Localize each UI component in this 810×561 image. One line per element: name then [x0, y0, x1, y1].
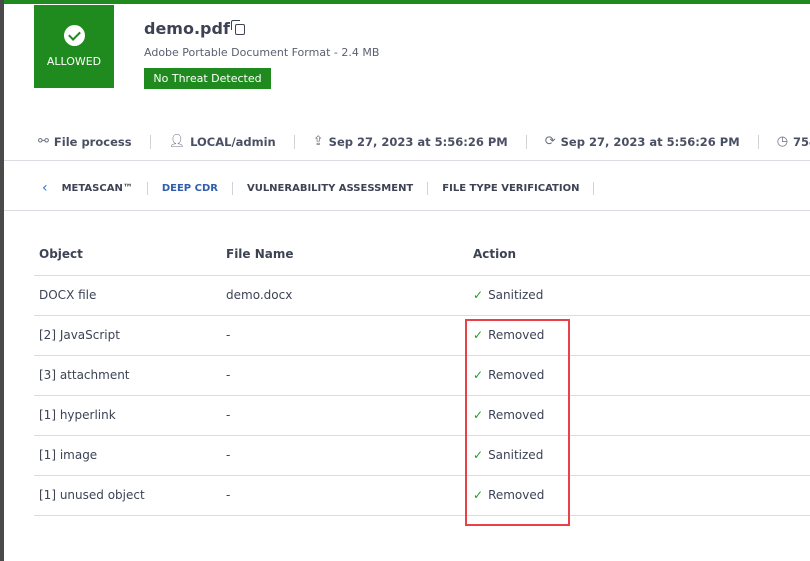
cell-object: [1] hyperlink — [34, 395, 221, 436]
cell-file-name: - — [221, 395, 468, 436]
divider — [593, 181, 595, 195]
file-description: Adobe Portable Document Format - 2.4 MB — [144, 46, 380, 59]
cell-object: [2] JavaScript — [34, 315, 221, 356]
highlight-annotation-box — [465, 319, 570, 526]
user-icon: 👤︎ — [168, 134, 186, 149]
meta-text: Sep 27, 2023 at 5:56:26 PM — [560, 134, 740, 149]
divider — [525, 134, 527, 149]
divider — [231, 181, 233, 195]
meta-processed-time: ⟳ Sep 27, 2023 at 5:56:26 PM — [545, 134, 740, 149]
meta-text: LOCAL/admin — [190, 134, 276, 149]
chevron-left-icon[interactable]: ‹ — [42, 180, 48, 196]
cell-object: DOCX file — [34, 275, 221, 316]
verdict-label: ALLOWED — [46, 55, 102, 68]
cell-file-name: - — [221, 475, 468, 516]
copy-icon[interactable] — [230, 20, 245, 35]
refresh-icon: ⟳ — [544, 134, 556, 149]
cell-file-name: - — [221, 315, 468, 356]
upload-icon: ⇪ — [312, 134, 324, 149]
divider — [757, 134, 759, 149]
table-row: [1] image - ✓ Sanitized — [34, 435, 810, 476]
cell-object: [1] unused object — [34, 475, 221, 516]
check-circle-icon — [63, 25, 85, 46]
meta-duration: ◷ 754 ms — [777, 134, 810, 149]
verdict-badge: ALLOWED — [34, 5, 114, 88]
result-tabs: ‹ METASCAN™ DEEP CDR VULNERABILITY ASSES… — [42, 180, 608, 196]
threat-status-badge: No Threat Detected — [144, 68, 271, 89]
table-row: DOCX file demo.docx ✓ Sanitized — [34, 275, 810, 316]
clock-icon: ◷ — [776, 134, 789, 149]
divider — [293, 134, 295, 149]
table-row: [1] unused object - ✓ Removed — [34, 475, 810, 516]
divider — [4, 160, 810, 161]
cell-action: ✓ Sanitized — [468, 275, 810, 316]
file-title: demo.pdf — [144, 19, 245, 38]
tab-vulnerability-assessment[interactable]: VULNERABILITY ASSESSMENT — [247, 183, 413, 194]
tab-metascan[interactable]: METASCAN™ — [62, 183, 133, 194]
meta-file-process[interactable]: ⚯ File process — [38, 134, 132, 149]
divider — [4, 210, 810, 211]
meta-text: 754 ms — [793, 134, 810, 149]
file-process-icon: ⚯ — [38, 134, 49, 149]
table-row: [2] JavaScript - ✓ Removed — [34, 315, 810, 356]
meta-upload-time: ⇪ Sep 27, 2023 at 5:56:26 PM — [313, 134, 508, 149]
checkmark-icon: ✓ — [473, 288, 484, 302]
cell-file-name: - — [221, 435, 468, 476]
meta-user: 👤︎ LOCAL/admin — [169, 134, 276, 149]
tab-deep-cdr[interactable]: DEEP CDR — [162, 183, 218, 194]
window-left-edge — [0, 0, 4, 561]
divider — [146, 181, 148, 195]
meta-text: Sep 27, 2023 at 5:56:26 PM — [328, 134, 508, 149]
status-top-bar — [4, 0, 810, 4]
meta-text: File process — [53, 134, 132, 149]
scan-meta-row: ⚯ File process 👤︎ LOCAL/admin ⇪ Sep 27, 202… — [38, 134, 810, 149]
divider — [427, 181, 429, 195]
column-header-object: Object — [34, 234, 221, 276]
column-header-file-name: File Name — [221, 234, 468, 276]
divider — [149, 134, 151, 149]
table-row: [1] hyperlink - ✓ Removed — [34, 395, 810, 436]
tab-file-type-verification[interactable]: FILE TYPE VERIFICATION — [442, 183, 579, 194]
cell-object: [3] attachment — [34, 355, 221, 396]
cdr-results-table: Object File Name Action DOCX file demo.do… — [34, 234, 810, 516]
action-text: Sanitized — [488, 288, 544, 302]
cell-file-name: demo.docx — [221, 275, 468, 316]
file-name: demo.pdf — [144, 19, 230, 38]
cell-file-name: - — [221, 355, 468, 396]
table-row: [3] attachment - ✓ Removed — [34, 355, 810, 396]
column-header-action: Action — [468, 234, 810, 276]
cell-object: [1] image — [34, 435, 221, 476]
